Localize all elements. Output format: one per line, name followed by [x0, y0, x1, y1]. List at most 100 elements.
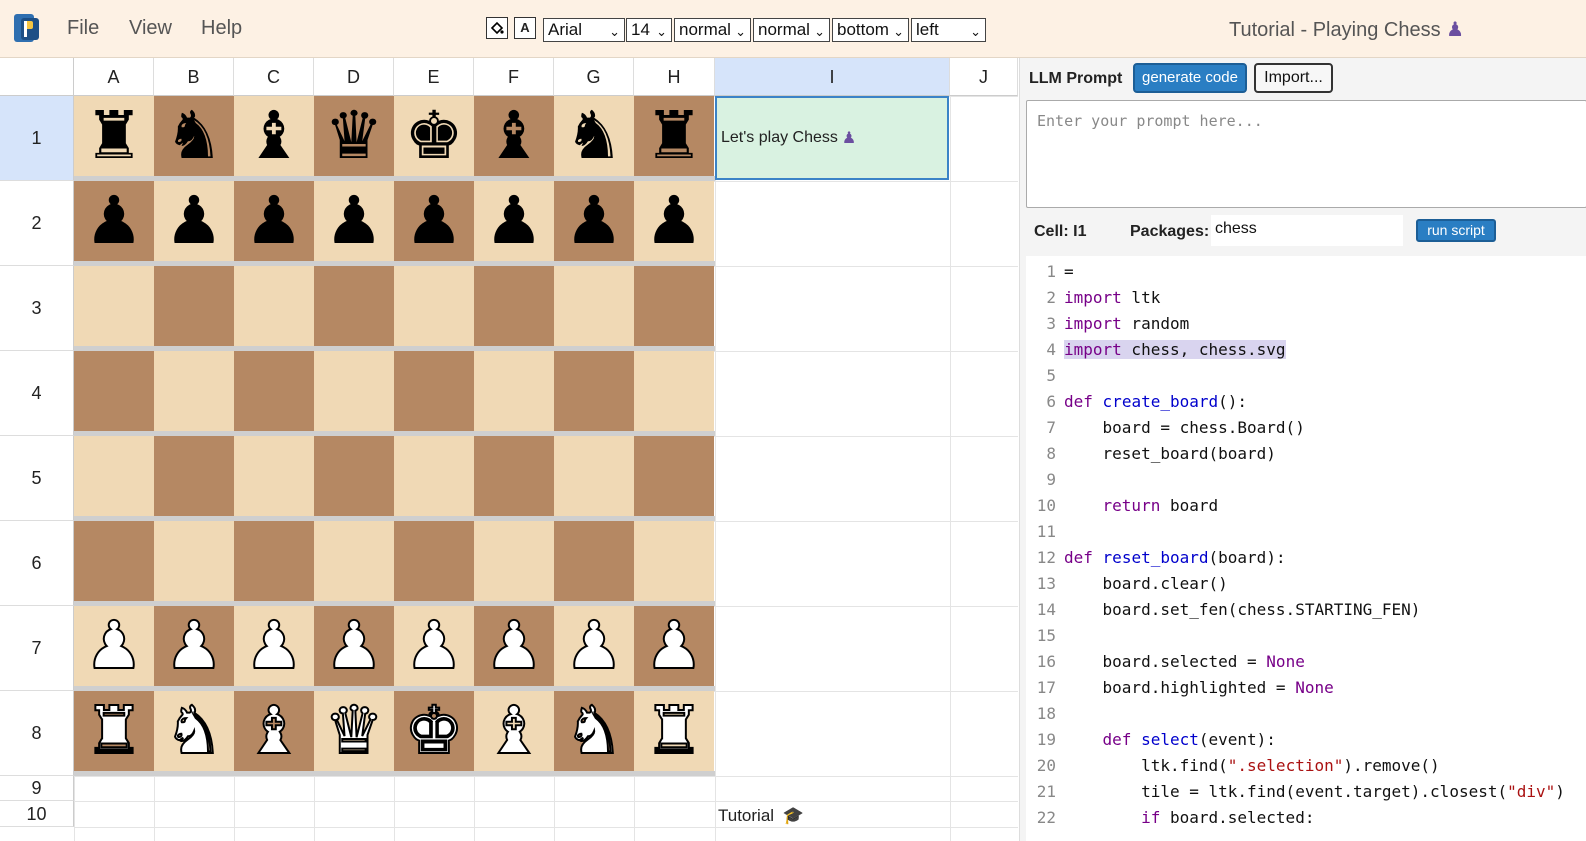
board-square-g6[interactable]	[554, 521, 634, 601]
board-square-d8[interactable]: ♛	[314, 691, 394, 771]
row-header-4[interactable]: 4	[0, 351, 74, 436]
board-square-e5[interactable]	[394, 436, 474, 516]
board-square-d7[interactable]: ♟	[314, 606, 394, 686]
board-square-h2[interactable]: ♟	[634, 181, 714, 261]
menu-view[interactable]: View	[129, 17, 172, 40]
horizontal-align-select[interactable]: left ⌄	[911, 18, 986, 42]
board-square-b5[interactable]	[154, 436, 234, 516]
board-square-h1[interactable]: ♜	[634, 96, 714, 176]
board-square-e3[interactable]	[394, 266, 474, 346]
column-header-d[interactable]: D	[314, 58, 394, 96]
board-square-e8[interactable]: ♚	[394, 691, 474, 771]
board-square-a7[interactable]: ♟	[74, 606, 154, 686]
board-square-b4[interactable]	[154, 351, 234, 431]
row-header-6[interactable]: 6	[0, 521, 74, 606]
board-square-f7[interactable]: ♟	[474, 606, 554, 686]
board-square-d1[interactable]: ♛	[314, 96, 394, 176]
packages-input[interactable]: chess	[1211, 215, 1403, 246]
board-square-b6[interactable]	[154, 521, 234, 601]
app-logo-icon[interactable]	[12, 12, 42, 44]
board-square-a2[interactable]: ♟	[74, 181, 154, 261]
cell-i1[interactable]: Let's play Chess ♟	[715, 96, 949, 180]
board-square-g1[interactable]: ♞	[554, 96, 634, 176]
board-square-c5[interactable]	[234, 436, 314, 516]
column-header-h[interactable]: H	[634, 58, 715, 96]
row-header-5[interactable]: 5	[0, 436, 74, 521]
board-square-f1[interactable]: ♝	[474, 96, 554, 176]
board-square-f8[interactable]: ♝	[474, 691, 554, 771]
board-square-h4[interactable]	[634, 351, 714, 431]
board-square-a8[interactable]: ♜	[74, 691, 154, 771]
board-square-f6[interactable]	[474, 521, 554, 601]
board-square-h8[interactable]: ♜	[634, 691, 714, 771]
board-square-g3[interactable]	[554, 266, 634, 346]
font-family-select[interactable]: Arial ⌄	[543, 18, 625, 42]
board-square-c4[interactable]	[234, 351, 314, 431]
board-square-h5[interactable]	[634, 436, 714, 516]
board-square-f3[interactable]	[474, 266, 554, 346]
menu-help[interactable]: Help	[201, 17, 242, 40]
column-header-f[interactable]: F	[474, 58, 554, 96]
column-header-g[interactable]: G	[554, 58, 634, 96]
board-square-d2[interactable]: ♟	[314, 181, 394, 261]
board-square-g7[interactable]: ♟	[554, 606, 634, 686]
board-square-c6[interactable]	[234, 521, 314, 601]
board-square-h3[interactable]	[634, 266, 714, 346]
board-square-f4[interactable]	[474, 351, 554, 431]
board-square-e2[interactable]: ♟	[394, 181, 474, 261]
board-square-e4[interactable]	[394, 351, 474, 431]
board-square-b7[interactable]: ♟	[154, 606, 234, 686]
row-header-10[interactable]: 10	[0, 801, 74, 827]
board-square-a5[interactable]	[74, 436, 154, 516]
run-script-button[interactable]: run script	[1416, 219, 1496, 242]
board-square-a6[interactable]	[74, 521, 154, 601]
font-style-select[interactable]: normal ⌄	[753, 18, 830, 42]
board-square-b2[interactable]: ♟	[154, 181, 234, 261]
board-square-a4[interactable]	[74, 351, 154, 431]
column-header-c[interactable]: C	[234, 58, 314, 96]
board-square-d5[interactable]	[314, 436, 394, 516]
board-square-g8[interactable]: ♞	[554, 691, 634, 771]
board-square-f5[interactable]	[474, 436, 554, 516]
import-button[interactable]: Import...	[1254, 63, 1333, 93]
column-header-e[interactable]: E	[394, 58, 474, 96]
text-color-icon[interactable]: A	[514, 17, 536, 39]
board-square-d3[interactable]	[314, 266, 394, 346]
board-square-a3[interactable]	[74, 266, 154, 346]
row-header-8[interactable]: 8	[0, 691, 74, 776]
spreadsheet[interactable]: ABCDEFGHIJ 1 2 3 4 5 6 7 8 9 10 ♜ ♞ ♝ ♛ ♚ ♝ ♞ ♜ ♟ ♟ ♟ ♟ ♟ ♟ ♟ ♟ ♟…	[0, 58, 1018, 841]
fill-color-icon[interactable]	[486, 17, 508, 39]
font-weight-select[interactable]: normal ⌄	[674, 18, 751, 42]
board-square-g4[interactable]	[554, 351, 634, 431]
vertical-align-select[interactable]: bottom ⌄	[832, 18, 909, 42]
row-header-3[interactable]: 3	[0, 266, 74, 351]
board-square-b1[interactable]: ♞	[154, 96, 234, 176]
column-header-i[interactable]: I	[715, 58, 950, 96]
board-square-e1[interactable]: ♚	[394, 96, 474, 176]
chess-board[interactable]: ♜ ♞ ♝ ♛ ♚ ♝ ♞ ♜ ♟ ♟ ♟ ♟ ♟ ♟ ♟ ♟ ♟ ♟ ♟ ♟ ♟ ♟ ♟ ♟ ♜ ♞ ♝ ♛ ♚ ♝ ♞ ♜	[74, 96, 715, 776]
row-header-2[interactable]: 2	[0, 181, 74, 266]
board-square-g2[interactable]: ♟	[554, 181, 634, 261]
board-square-a1[interactable]: ♜	[74, 96, 154, 176]
column-header-j[interactable]: J	[950, 58, 1018, 96]
board-square-c7[interactable]: ♟	[234, 606, 314, 686]
board-square-c1[interactable]: ♝	[234, 96, 314, 176]
board-square-c3[interactable]	[234, 266, 314, 346]
board-square-g5[interactable]	[554, 436, 634, 516]
board-square-f2[interactable]: ♟	[474, 181, 554, 261]
code-editor[interactable]: 1 = 2 import ltk 3 import random 4 import chess…	[1026, 256, 1586, 841]
font-size-select[interactable]: 14 ⌄	[626, 18, 672, 42]
prompt-input[interactable]: Enter your prompt here...	[1026, 100, 1586, 208]
row-header-9[interactable]: 9	[0, 776, 74, 801]
column-header-b[interactable]: B	[154, 58, 234, 96]
board-square-c8[interactable]: ♝	[234, 691, 314, 771]
column-header-a[interactable]: A	[74, 58, 154, 96]
board-square-d6[interactable]	[314, 521, 394, 601]
board-square-e6[interactable]	[394, 521, 474, 601]
sheet-corner[interactable]	[0, 58, 74, 96]
board-square-d4[interactable]	[314, 351, 394, 431]
row-header-1[interactable]: 1	[0, 96, 74, 181]
cell-i10[interactable]: Tutorial 🎓	[718, 806, 804, 826]
board-square-e7[interactable]: ♟	[394, 606, 474, 686]
menu-file[interactable]: File	[67, 17, 99, 40]
